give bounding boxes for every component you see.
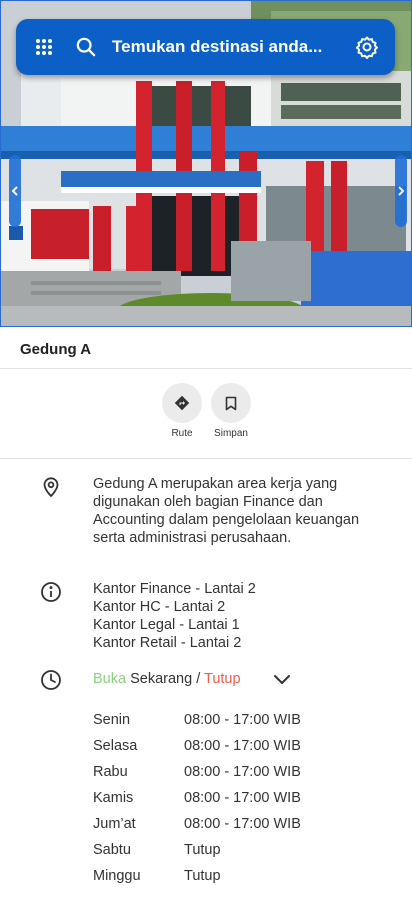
gear-icon[interactable]	[355, 35, 379, 59]
save-button[interactable]: Simpan	[210, 383, 252, 439]
hours-day: Selasa	[93, 738, 138, 754]
office-item: Kantor HC - Lantai 2	[93, 599, 226, 615]
hours-row: Jum’at 08:00 - 17:00 WIB	[93, 811, 301, 837]
hours-row: Rabu 08:00 - 17:00 WIB	[93, 759, 301, 785]
search-icon[interactable]	[76, 37, 96, 57]
hours-day: Sabtu	[93, 842, 131, 858]
route-button[interactable]: Rute	[161, 383, 203, 439]
hours-time: 08:00 - 17:00 WIB	[184, 738, 301, 754]
hours-row: Minggu Tutup	[93, 863, 301, 889]
hours-time: Tutup	[184, 842, 221, 858]
location-pin-icon	[40, 476, 62, 498]
hours-day: Minggu	[93, 868, 141, 884]
status-closed: Tutup	[204, 671, 241, 687]
hours-row: Sabtu Tutup	[93, 837, 301, 863]
bookmark-icon	[225, 396, 237, 410]
office-item: Kantor Legal - Lantai 1	[93, 617, 240, 633]
chevron-right-icon	[398, 186, 405, 196]
hours-time: 08:00 - 17:00 WIB	[184, 790, 301, 806]
status-now: Sekarang /	[126, 671, 204, 687]
search-bar[interactable]: Temukan destinasi anda...	[16, 19, 395, 75]
directions-icon	[174, 395, 190, 411]
route-label: Rute	[171, 428, 193, 439]
hours-row: Senin 08:00 - 17:00 WIB	[93, 707, 301, 733]
save-label: Simpan	[214, 428, 248, 439]
office-item: Kantor Retail - Lantai 2	[93, 635, 242, 651]
clock-icon	[40, 669, 62, 691]
hours-row: Selasa 08:00 - 17:00 WIB	[93, 733, 301, 759]
hours-time: Tutup	[184, 868, 221, 884]
divider	[0, 368, 412, 369]
hours-day: Rabu	[93, 764, 128, 780]
opening-hours-table: Senin 08:00 - 17:00 WIB Selasa 08:00 - 1…	[93, 707, 301, 889]
hours-time: 08:00 - 17:00 WIB	[184, 816, 301, 832]
office-item: Kantor Finance - Lantai 2	[93, 581, 256, 597]
hours-day: Senin	[93, 712, 131, 728]
hours-time: 08:00 - 17:00 WIB	[184, 712, 301, 728]
hours-time: 08:00 - 17:00 WIB	[184, 764, 301, 780]
carousel-prev-button[interactable]	[9, 155, 21, 227]
carousel-next-button[interactable]	[395, 155, 407, 227]
search-input[interactable]: Temukan destinasi anda...	[112, 37, 355, 57]
place-description: Gedung A merupakan area kerja yang digun…	[93, 476, 360, 546]
chevron-down-icon[interactable]	[272, 671, 292, 689]
chevron-left-icon	[11, 186, 18, 196]
hours-row: Kamis 08:00 - 17:00 WIB	[93, 785, 301, 811]
office-list: Kantor Finance - Lantai 2 Kantor HC - La…	[93, 580, 256, 652]
place-title: Gedung A	[20, 341, 92, 358]
open-status: Buka Sekarang / Tutup	[93, 671, 241, 687]
save-button-circle[interactable]	[211, 383, 251, 423]
apps-grid-icon[interactable]	[34, 37, 54, 57]
hours-day: Jum’at	[93, 816, 136, 832]
divider	[0, 458, 412, 459]
info-icon	[40, 581, 62, 603]
route-button-circle[interactable]	[162, 383, 202, 423]
hours-day: Kamis	[93, 790, 134, 806]
status-open: Buka	[93, 671, 127, 687]
